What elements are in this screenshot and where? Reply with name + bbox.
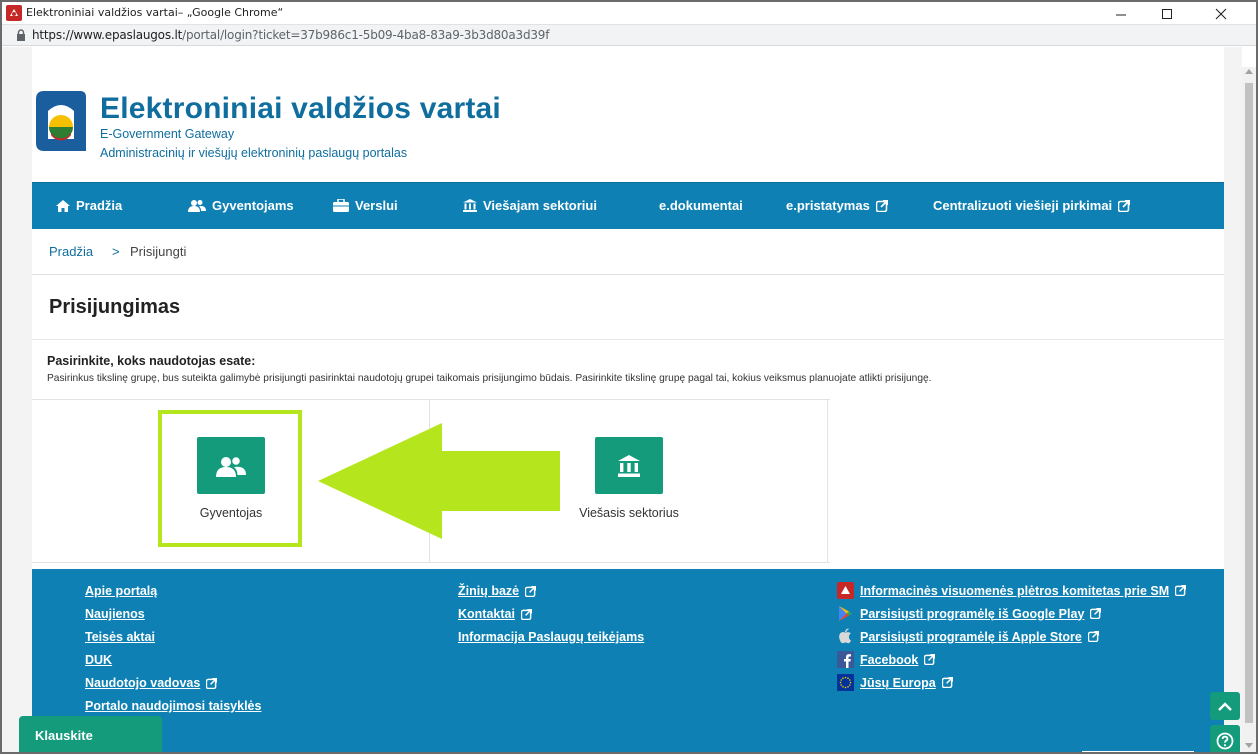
- external-link-icon: [520, 608, 532, 620]
- external-link-icon: [924, 654, 936, 665]
- site-name[interactable]: Elektroniniai valdžios vartai: [100, 92, 501, 126]
- nav-item-business[interactable]: Verslui: [333, 198, 398, 213]
- scroll-up-icon[interactable]: [1245, 69, 1253, 74]
- vertical-scrollbar[interactable]: [1242, 67, 1256, 752]
- footer-link-legal[interactable]: Teisės aktai: [85, 630, 155, 644]
- nav-item-label: e.dokumentai: [659, 198, 743, 213]
- eu-flag-icon: [837, 674, 854, 691]
- footer-link-terms[interactable]: Portalo naudojimosi taisyklės: [85, 699, 261, 713]
- external-link-icon: [1087, 631, 1099, 642]
- footer-link-user-guide[interactable]: Naudotojo vadovas: [85, 676, 218, 690]
- footer-link-ivpk[interactable]: Informacinės visuomenės plėtros komiteta…: [837, 582, 1187, 599]
- footer-link-facebook[interactable]: Facebook: [837, 651, 936, 668]
- nav-item-label: Pradžia: [76, 198, 123, 213]
- site-subtitle-en: E-Government Gateway: [100, 127, 235, 141]
- lock-icon: [17, 29, 25, 41]
- scroll-down-icon[interactable]: [1245, 743, 1253, 748]
- nav-item-residents[interactable]: Gyventojams: [188, 198, 294, 213]
- home-icon: [56, 199, 70, 212]
- external-link-icon: [1090, 608, 1102, 619]
- page-viewport: Elektroniniai valdžios vartai E-Governme…: [2, 47, 1242, 752]
- minimize-icon: [1116, 14, 1126, 15]
- maximize-button[interactable]: [1144, 2, 1190, 25]
- briefcase-icon: [333, 199, 349, 212]
- user-type-description: Pasirinkus tikslinę grupę, bus suteikta …: [47, 373, 932, 384]
- scrollbar-thumb[interactable]: [1245, 83, 1253, 723]
- ask-widget-button[interactable]: Klauskite: [19, 716, 162, 752]
- nav-item-central-procurement[interactable]: Centralizuoti viešieji pirkimai: [933, 198, 1131, 213]
- site-favicon-icon: [6, 5, 22, 21]
- site-footer: Apie portalą Naujienos Teisės aktai DUK …: [32, 569, 1224, 752]
- footer-link-knowledge-base[interactable]: Žinių bazė: [458, 584, 537, 598]
- nav-item-public-sector[interactable]: Viešajam sektoriui: [463, 198, 597, 213]
- address-bar[interactable]: https://www.epaslaugos.lt/portal/login?t…: [2, 25, 1256, 46]
- external-link-icon: [875, 199, 888, 212]
- institution-icon: [463, 199, 477, 212]
- external-link-icon: [1175, 585, 1187, 596]
- nav-item-label: Verslui: [355, 198, 398, 213]
- close-icon: [1215, 8, 1227, 19]
- minimize-button[interactable]: [1098, 2, 1144, 25]
- external-link-icon: [206, 677, 218, 689]
- people-icon: [188, 200, 206, 212]
- url-path: /portal/login?ticket=37b986c1-5b09-4ba8-…: [182, 28, 550, 42]
- browser-window: Elektroniniai valdžios vartai– „Google C…: [0, 0, 1258, 754]
- footer-link-providers-info[interactable]: Informacija Paslaugų teikėjams: [458, 630, 644, 644]
- breadcrumb-separator: >: [112, 244, 120, 259]
- breadcrumb-current: Prisijungti: [130, 244, 187, 259]
- window-title-bar: Elektroniniai valdžios vartai– „Google C…: [2, 2, 1256, 25]
- apple-icon: [839, 628, 851, 644]
- nav-item-e-documents[interactable]: e.dokumentai: [659, 198, 743, 213]
- institution-icon: [618, 454, 640, 477]
- nav-item-label: e.pristatymas: [786, 198, 870, 213]
- url-host: https://www.epaslaugos.lt: [32, 28, 183, 42]
- external-link-icon: [525, 585, 537, 597]
- page-title: Prisijungimas: [49, 296, 181, 318]
- maximize-icon: [1162, 8, 1172, 19]
- coat-of-arms-icon: [837, 582, 854, 599]
- google-play-icon: [839, 606, 852, 621]
- main-navigation: Pradžia Gyventojams Verslui Viešajam sek…: [32, 182, 1224, 229]
- nav-item-label: Viešajam sektoriui: [483, 198, 597, 213]
- site-subtitle-lt: Administracinių ir viešųjų elektroninių …: [100, 146, 408, 160]
- breadcrumb-home-link[interactable]: Pradžia: [49, 244, 93, 259]
- help-button[interactable]: [1210, 725, 1240, 752]
- site-header: Elektroniniai valdžios vartai E-Governme…: [32, 47, 1224, 177]
- page-heading: Prisijungimas: [32, 276, 1224, 340]
- footer-link-your-europe[interactable]: Jūsų Europa: [837, 674, 953, 691]
- question-circle-icon: [1216, 732, 1234, 749]
- facebook-icon: [837, 651, 854, 668]
- option-public-sector-tile[interactable]: [595, 437, 663, 494]
- portal-logo-icon[interactable]: [34, 89, 88, 155]
- annotation-arrow-icon: [318, 423, 560, 539]
- nav-item-label: Gyventojams: [212, 198, 294, 213]
- footer-link-news[interactable]: Naujienos: [85, 607, 145, 621]
- footer-link-faq[interactable]: DUK: [85, 653, 112, 667]
- annotation-highlight-box: [158, 410, 302, 547]
- scroll-to-top-button[interactable]: [1210, 692, 1240, 720]
- chevron-up-icon: [1218, 701, 1232, 711]
- footer-link-contacts[interactable]: Kontaktai: [458, 607, 532, 621]
- url-text[interactable]: https://www.epaslaugos.lt/portal/login?t…: [32, 28, 549, 42]
- page-container: Elektroniniai valdžios vartai E-Governme…: [32, 47, 1224, 752]
- footer-link-about[interactable]: Apie portalą: [85, 584, 157, 598]
- footer-link-apple-store[interactable]: Parsisiųsti programėlę iš Apple Store: [837, 628, 1099, 645]
- footer-link-google-play[interactable]: Parsisiųsti programėlę iš Google Play: [837, 605, 1102, 622]
- nav-item-e-delivery[interactable]: e.pristatymas: [786, 198, 888, 213]
- nav-item-home[interactable]: Pradžia: [56, 198, 122, 213]
- user-type-prompt: Pasirinkite, koks naudotojas esate:: [47, 354, 256, 368]
- breadcrumb: Pradžia > Prisijungti: [32, 229, 1224, 275]
- nav-item-label: Centralizuoti viešieji pirkimai: [933, 198, 1113, 213]
- external-link-icon: [941, 677, 953, 688]
- external-link-icon: [1118, 199, 1131, 212]
- close-button[interactable]: [1198, 2, 1244, 25]
- window-title: Elektroniniai valdžios vartai– „Google C…: [26, 6, 284, 19]
